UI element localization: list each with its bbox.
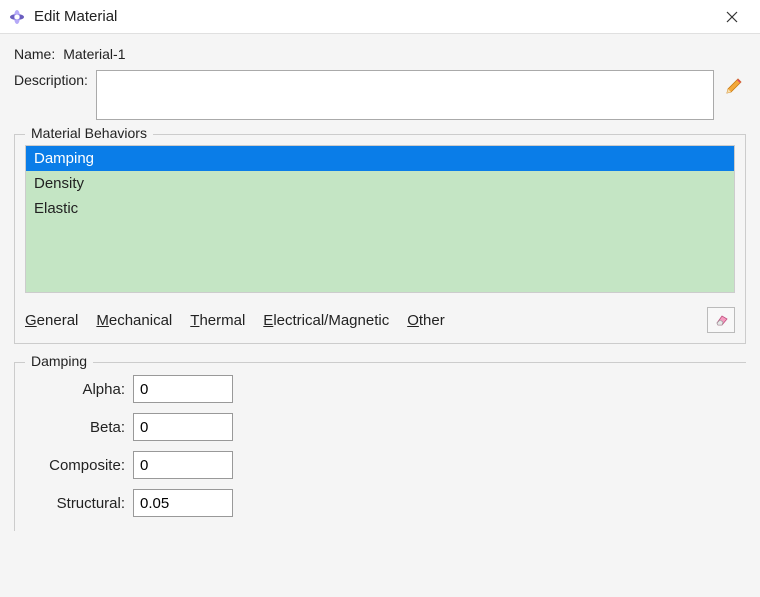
param-row-beta: Beta: xyxy=(25,413,736,441)
edit-description-button[interactable] xyxy=(722,74,746,98)
delete-behavior-button[interactable] xyxy=(707,307,735,333)
dialog-content: Name: Material-1 Description: Material B… xyxy=(0,34,760,531)
close-icon xyxy=(726,11,738,23)
structural-input[interactable] xyxy=(133,489,233,517)
composite-input[interactable] xyxy=(133,451,233,479)
menu-other[interactable]: Other xyxy=(407,310,445,331)
name-row: Name: Material-1 xyxy=(14,46,746,62)
damping-legend: Damping xyxy=(25,353,93,369)
description-row: Description: xyxy=(14,70,746,120)
menu-thermal[interactable]: Thermal xyxy=(190,310,245,331)
behavior-item-elastic[interactable]: Elastic xyxy=(26,196,734,221)
app-icon xyxy=(8,8,26,26)
alpha-input[interactable] xyxy=(133,375,233,403)
description-label: Description: xyxy=(14,70,88,88)
description-input[interactable] xyxy=(96,70,714,120)
titlebar: Edit Material xyxy=(0,0,760,34)
window-title: Edit Material xyxy=(34,8,712,25)
close-button[interactable] xyxy=(712,3,752,31)
behavior-menu: General Mechanical Thermal Electrical/Ma… xyxy=(25,307,735,333)
param-row-composite: Composite: xyxy=(25,451,736,479)
param-row-structural: Structural: xyxy=(25,489,736,517)
eraser-icon xyxy=(713,313,729,327)
behavior-item-damping[interactable]: Damping xyxy=(26,146,734,171)
menu-general[interactable]: General xyxy=(25,310,78,331)
menu-electrical[interactable]: Electrical/Magnetic xyxy=(263,310,389,331)
behaviors-legend: Material Behaviors xyxy=(25,125,153,141)
material-behaviors-group: Material Behaviors Damping Density Elast… xyxy=(14,134,746,344)
behaviors-list[interactable]: Damping Density Elastic xyxy=(25,145,735,293)
param-row-alpha: Alpha: xyxy=(25,375,736,403)
alpha-label: Alpha: xyxy=(25,381,125,398)
beta-input[interactable] xyxy=(133,413,233,441)
composite-label: Composite: xyxy=(25,457,125,474)
structural-label: Structural: xyxy=(25,495,125,512)
beta-label: Beta: xyxy=(25,419,125,436)
behavior-item-density[interactable]: Density xyxy=(26,171,734,196)
damping-section: Damping Alpha: Beta: Composite: Structur… xyxy=(14,362,746,531)
name-value: Material-1 xyxy=(63,46,125,62)
name-label: Name: xyxy=(14,46,55,62)
menu-mechanical[interactable]: Mechanical xyxy=(96,310,172,331)
pencil-icon xyxy=(725,77,743,95)
